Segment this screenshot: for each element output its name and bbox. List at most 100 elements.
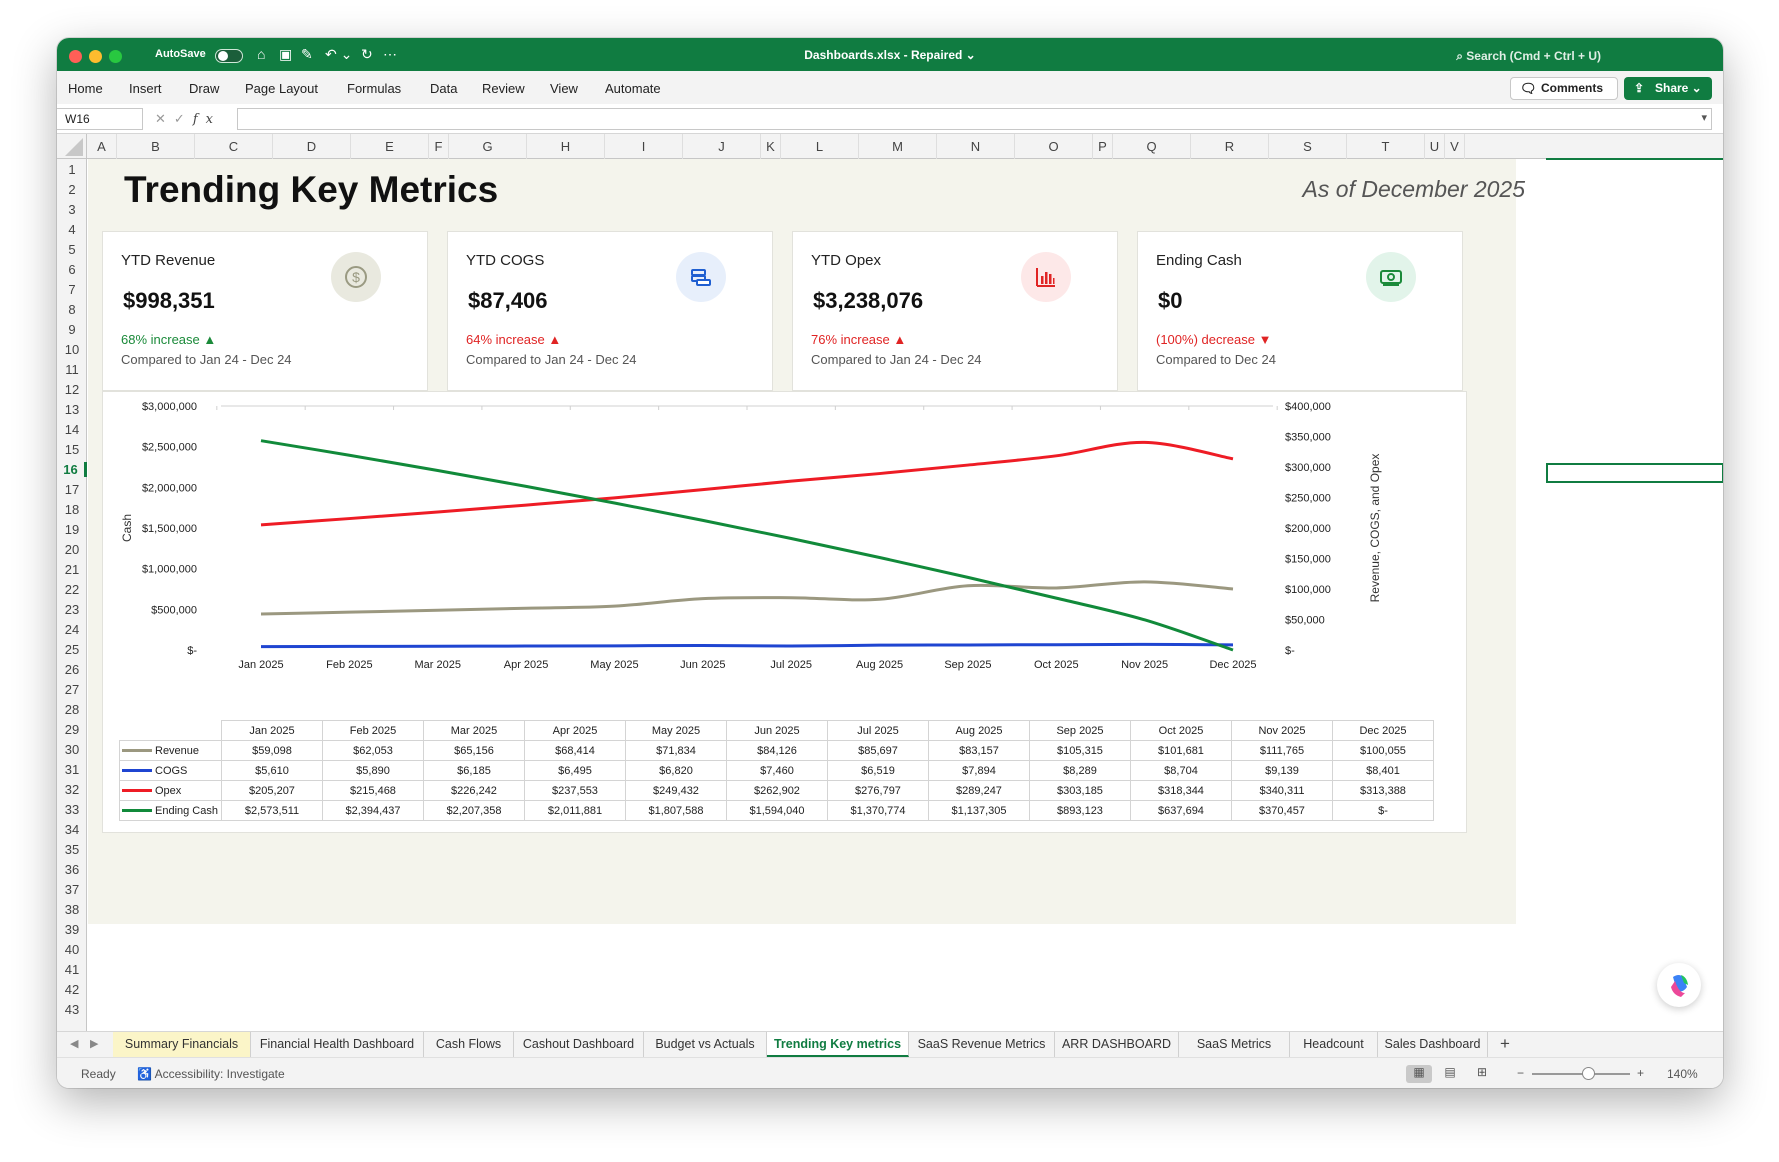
row-header-40[interactable]: 40	[57, 942, 87, 957]
row-header-29[interactable]: 29	[57, 722, 87, 737]
search-box[interactable]: ⌕ Search (Cmd + Ctrl + U)	[1456, 49, 1601, 64]
column-header-e[interactable]: E	[351, 134, 429, 159]
kpi-card-revenue[interactable]: YTD Revenue $998,351 68% increase ▲ Comp…	[102, 231, 428, 391]
row-header-21[interactable]: 21	[57, 562, 87, 577]
share-button[interactable]: ⇪ Share ⌄	[1624, 77, 1712, 100]
row-header-12[interactable]: 12	[57, 382, 87, 397]
row-header-37[interactable]: 37	[57, 882, 87, 897]
column-header-q[interactable]: Q	[1113, 134, 1191, 159]
row-header-1[interactable]: 1	[57, 162, 87, 177]
name-box[interactable]: W16	[57, 108, 143, 130]
sheet-tab-trending-key-metrics[interactable]: Trending Key metrics	[767, 1032, 909, 1057]
scroll-tabs-right-icon[interactable]: ▶	[90, 1037, 98, 1050]
row-header-31[interactable]: 31	[57, 762, 87, 777]
row-header-2[interactable]: 2	[57, 182, 87, 197]
column-header-r[interactable]: R	[1191, 134, 1269, 159]
column-header-n[interactable]: N	[937, 134, 1015, 159]
zoom-out-icon[interactable]: −	[1517, 1066, 1524, 1080]
row-header-41[interactable]: 41	[57, 962, 87, 977]
sheet-tab-summary-financials[interactable]: Summary Financials	[113, 1032, 251, 1057]
column-header-f[interactable]: F	[429, 134, 449, 159]
row-header-25[interactable]: 25	[57, 642, 87, 657]
select-all-corner[interactable]	[57, 134, 87, 159]
row-header-38[interactable]: 38	[57, 902, 87, 917]
sheet-tab-saas-metrics[interactable]: SaaS Metrics	[1179, 1032, 1290, 1057]
row-header-27[interactable]: 27	[57, 682, 87, 697]
menu-formulas[interactable]: Formulas	[347, 81, 401, 96]
column-header-s[interactable]: S	[1269, 134, 1347, 159]
zoom-level[interactable]: 140%	[1667, 1067, 1698, 1081]
row-header-16[interactable]: 16	[57, 462, 87, 477]
row-header-11[interactable]: 11	[57, 362, 87, 377]
row-header-18[interactable]: 18	[57, 502, 87, 517]
accessibility-status[interactable]: ♿ Accessibility: Investigate	[137, 1067, 285, 1081]
row-header-20[interactable]: 20	[57, 542, 87, 557]
menu-page-layout[interactable]: Page Layout	[245, 81, 318, 96]
add-sheet-button[interactable]: +	[1500, 1034, 1510, 1054]
row-header-23[interactable]: 23	[57, 602, 87, 617]
column-header-o[interactable]: O	[1015, 134, 1093, 159]
column-header-t[interactable]: T	[1347, 134, 1425, 159]
row-header-42[interactable]: 42	[57, 982, 87, 997]
copilot-button[interactable]	[1657, 963, 1701, 1007]
menu-insert[interactable]: Insert	[129, 81, 162, 96]
zoom-in-icon[interactable]: +	[1637, 1066, 1644, 1080]
sheet-tab-headcount[interactable]: Headcount	[1290, 1032, 1378, 1057]
sheet-tab-arr-dashboard[interactable]: ARR DASHBOARD	[1055, 1032, 1179, 1057]
row-header-33[interactable]: 33	[57, 802, 87, 817]
row-header-32[interactable]: 32	[57, 782, 87, 797]
sheet-tab-financial-health-dashboard[interactable]: Financial Health Dashboard	[251, 1032, 424, 1057]
menu-view[interactable]: View	[550, 81, 578, 96]
column-header-v[interactable]: V	[1445, 134, 1465, 159]
column-header-b[interactable]: B	[117, 134, 195, 159]
column-header-k[interactable]: K	[761, 134, 781, 159]
fx-icon[interactable]: fx	[193, 112, 221, 127]
row-header-9[interactable]: 9	[57, 322, 87, 337]
column-header-c[interactable]: C	[195, 134, 273, 159]
confirm-icon[interactable]: ✓	[174, 111, 193, 126]
row-header-26[interactable]: 26	[57, 662, 87, 677]
menu-home[interactable]: Home	[68, 81, 103, 96]
kpi-card-ending-cash[interactable]: Ending Cash $0 (100%) decrease ▼ Compare…	[1137, 231, 1463, 391]
column-header-w[interactable]	[1546, 134, 1723, 159]
row-header-5[interactable]: 5	[57, 242, 87, 257]
column-header-j[interactable]: J	[683, 134, 761, 159]
normal-view-icon[interactable]: ▦	[1406, 1065, 1432, 1083]
column-header-l[interactable]: L	[781, 134, 859, 159]
column-header-d[interactable]: D	[273, 134, 351, 159]
sheet-tab-saas-revenue-metrics[interactable]: SaaS Revenue Metrics	[909, 1032, 1055, 1057]
zoom-slider-handle[interactable]	[1581, 1067, 1595, 1080]
column-header-g[interactable]: G	[449, 134, 527, 159]
column-header-i[interactable]: I	[605, 134, 683, 159]
column-header-m[interactable]: M	[859, 134, 937, 159]
row-header-35[interactable]: 35	[57, 842, 87, 857]
formula-input[interactable]	[237, 108, 1712, 130]
row-header-10[interactable]: 10	[57, 342, 87, 357]
menu-automate[interactable]: Automate	[605, 81, 661, 96]
row-header-22[interactable]: 22	[57, 582, 87, 597]
row-header-17[interactable]: 17	[57, 482, 87, 497]
row-header-19[interactable]: 19	[57, 522, 87, 537]
sheet-tab-sales-dashboard[interactable]: Sales Dashboard	[1378, 1032, 1488, 1057]
kpi-card-opex[interactable]: YTD Opex $3,238,076 76% increase ▲ Compa…	[792, 231, 1118, 391]
row-header-39[interactable]: 39	[57, 922, 87, 937]
page-break-view-icon[interactable]: ⊞	[1469, 1065, 1495, 1083]
row-header-4[interactable]: 4	[57, 222, 87, 237]
menu-draw[interactable]: Draw	[189, 81, 219, 96]
cancel-icon[interactable]: ✕	[155, 111, 174, 126]
menu-review[interactable]: Review	[482, 81, 525, 96]
row-header-43[interactable]: 43	[57, 1002, 87, 1017]
scroll-tabs-left-icon[interactable]: ◀	[70, 1037, 78, 1050]
page-layout-view-icon[interactable]: ▤	[1437, 1065, 1463, 1083]
menu-data[interactable]: Data	[430, 81, 457, 96]
trend-line-chart[interactable]: $3,000,000 $2,500,000 $2,000,000 $1,500,000…	[103, 392, 1466, 692]
column-header-h[interactable]: H	[527, 134, 605, 159]
row-header-36[interactable]: 36	[57, 862, 87, 877]
sheet-tab-cashout-dashboard[interactable]: Cashout Dashboard	[514, 1032, 644, 1057]
comments-button[interactable]: 🗨 Comments	[1510, 77, 1618, 100]
row-header-8[interactable]: 8	[57, 302, 87, 317]
row-header-34[interactable]: 34	[57, 822, 87, 837]
row-header-3[interactable]: 3	[57, 202, 87, 217]
row-header-24[interactable]: 24	[57, 622, 87, 637]
row-header-7[interactable]: 7	[57, 282, 87, 297]
